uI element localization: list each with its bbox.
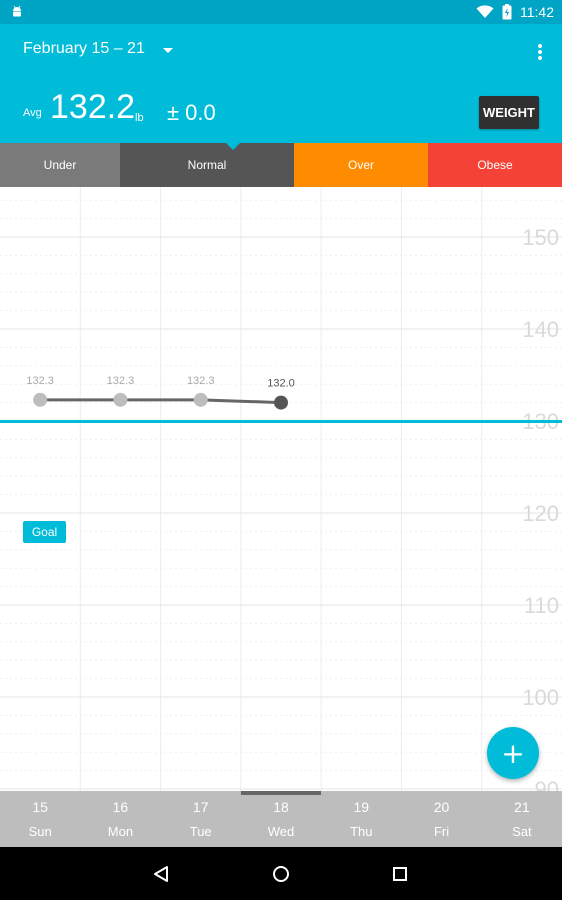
plus-icon: + bbox=[501, 736, 525, 770]
y-tick-label: 120 bbox=[522, 501, 559, 526]
day-item[interactable]: 19 Thu bbox=[321, 791, 401, 847]
y-tick-label: 100 bbox=[522, 685, 559, 710]
home-icon[interactable] bbox=[268, 861, 294, 887]
day-item[interactable]: 20 Fri bbox=[401, 791, 481, 847]
avg-label: Avg bbox=[23, 107, 42, 119]
date-range-selector[interactable]: February 15 – 21 bbox=[23, 40, 173, 58]
category-bar: Under Normal Over Obese bbox=[0, 143, 562, 187]
category-under: Under bbox=[0, 143, 120, 187]
category-pointer-icon bbox=[226, 143, 240, 150]
weight-chart-svg: 15014013012011010090132.3 132.3 132.3 132.0 bbox=[0, 187, 562, 791]
avg-value: 132.2 bbox=[50, 88, 136, 126]
avg-delta: ± 0.0 bbox=[167, 100, 216, 125]
data-point bbox=[274, 395, 288, 410]
back-icon[interactable] bbox=[148, 861, 174, 887]
weight-button[interactable]: WEIGHT bbox=[479, 96, 539, 129]
y-tick-label: 150 bbox=[522, 225, 559, 250]
dropdown-caret-icon bbox=[162, 47, 173, 53]
data-label: 132.3 bbox=[107, 375, 135, 387]
overflow-menu-icon[interactable] bbox=[532, 42, 548, 62]
avg-unit: lb bbox=[135, 112, 144, 124]
y-tick-label: 90 bbox=[535, 777, 559, 791]
wifi-icon bbox=[476, 5, 494, 18]
data-label: 132.0 bbox=[267, 378, 295, 390]
category-over: Over bbox=[294, 143, 428, 187]
day-item[interactable]: 21 Sat bbox=[482, 791, 562, 847]
battery-icon bbox=[502, 4, 512, 20]
y-tick-label: 140 bbox=[522, 317, 559, 342]
goal-badge: Goal bbox=[23, 521, 66, 543]
data-point bbox=[193, 392, 208, 407]
weight-chart[interactable]: 150 140 130 120 110 100 90 132.3 132.3 132.3 132.0… bbox=[0, 187, 562, 791]
app-header: February 15 – 21 Avg 132.2 lb ± 0.0 WEIG… bbox=[0, 24, 562, 150]
data-point bbox=[33, 392, 48, 407]
status-bar: 11:42 bbox=[0, 0, 562, 24]
date-range-label: February 15 – 21 bbox=[23, 40, 145, 57]
day-item-selected[interactable]: 18 Wed bbox=[240, 791, 322, 847]
category-normal: Normal bbox=[120, 143, 294, 187]
day-item[interactable]: 17 Tue bbox=[161, 791, 241, 847]
android-icon bbox=[13, 5, 21, 17]
navigation-bar bbox=[0, 847, 562, 900]
day-strip: 15 Sun 16 Mon 17 Tue 18 Wed 19 Thu 20 Fri 21 Sa… bbox=[0, 791, 562, 847]
add-entry-button[interactable]: + bbox=[487, 727, 539, 779]
category-obese: Obese bbox=[428, 143, 562, 187]
day-item[interactable]: 16 Mon bbox=[80, 791, 160, 847]
data-label: 132.3 bbox=[26, 375, 54, 387]
recents-icon[interactable] bbox=[387, 861, 413, 887]
status-time: 11:42 bbox=[520, 4, 554, 20]
data-point bbox=[113, 392, 128, 407]
data-label: 132.3 bbox=[187, 375, 215, 387]
y-tick-label: 110 bbox=[524, 593, 559, 618]
day-item[interactable]: 15 Sun bbox=[0, 791, 80, 847]
